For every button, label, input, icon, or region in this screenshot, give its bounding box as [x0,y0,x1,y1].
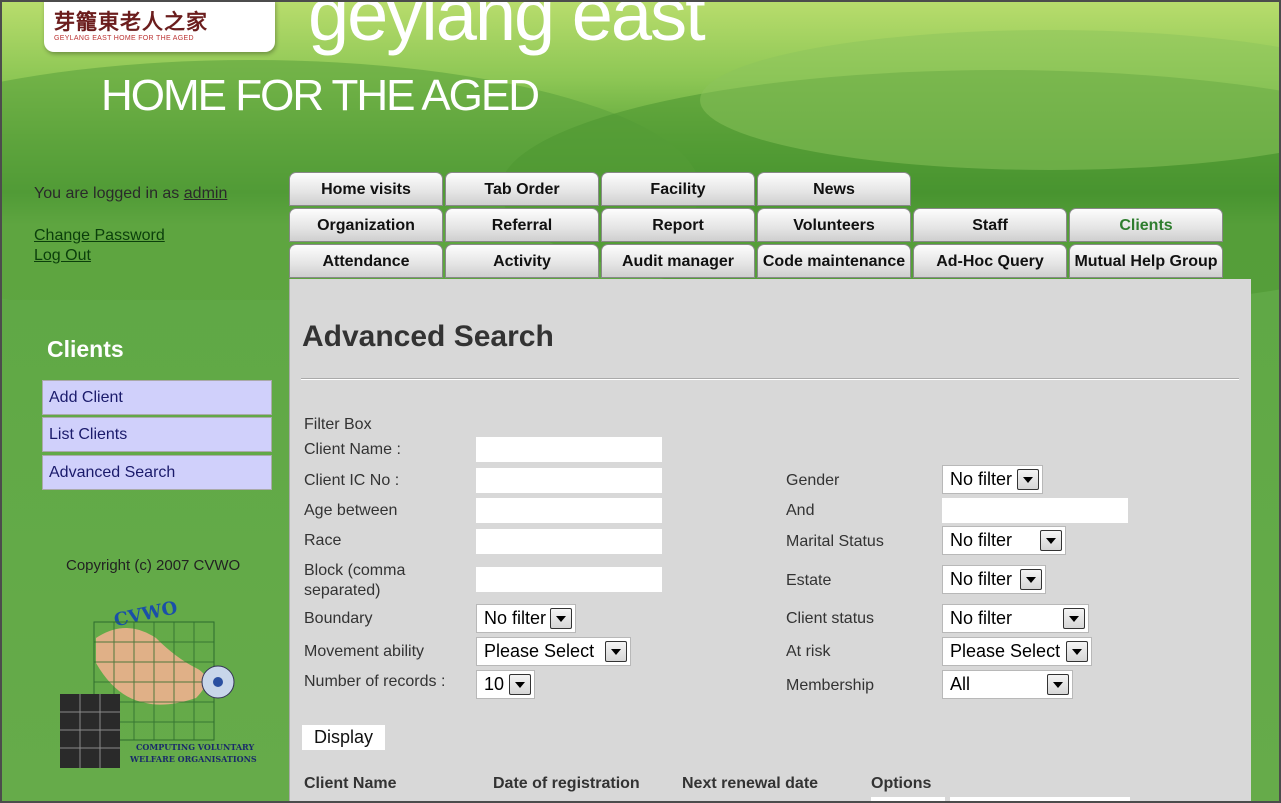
age-between-label: Age between [304,502,398,519]
chevron-down-icon[interactable] [1063,608,1085,629]
marital-status-select-value: No filter [950,530,1013,550]
tab-volunteers[interactable]: Volunteers [757,208,911,242]
logo-english-text: GEYLANG EAST HOME FOR THE AGED [54,35,194,42]
site-subtitle: HOME FOR THE AGED [101,71,540,120]
marital-status-select[interactable]: No filter [942,526,1066,555]
chevron-down-icon[interactable] [550,608,572,629]
block-input[interactable] [476,567,662,592]
column-header-client-name[interactable]: Client Name [304,775,396,793]
title-divider [301,378,1239,380]
estate-label: Estate [786,572,832,589]
at-risk-select[interactable]: Please Select [942,637,1092,666]
column-header-next-renewal-date[interactable]: Next renewal date [682,775,818,793]
tab-news[interactable]: News [757,172,911,206]
movement-ability-select[interactable]: Please Select [476,637,631,666]
age-from-input[interactable] [476,498,662,523]
client-name-label: Client Name : [304,441,401,458]
block-label-line2: separated) [304,582,381,599]
site-title: geylang east [308,0,706,56]
change-password-link[interactable]: Change Password [34,227,165,245]
client-ic-input[interactable] [476,468,662,493]
marital-status-label: Marital Status [786,533,884,550]
tab-referral[interactable]: Referral [445,208,599,242]
client-ic-label: Client IC No : [304,472,400,489]
chevron-down-icon[interactable] [1040,530,1062,551]
tab-activity[interactable]: Activity [445,244,599,278]
sidebar-item-advanced-search[interactable]: Advanced Search [42,455,272,490]
block-label-line1: Block (comma [304,562,406,579]
number-of-records-label: Number of records : [304,673,446,690]
race-input[interactable] [476,529,662,554]
number-of-records-select-value: 10 [484,674,505,694]
at-risk-select-value: Please Select [950,641,1061,661]
filter-box-label: Filter Box [304,416,372,433]
client-name-input[interactable] [476,437,662,462]
column-header-options: Options [871,775,932,792]
login-status-text: You are logged in as [34,185,180,202]
partial-option-button[interactable] [871,797,945,803]
client-status-select[interactable]: No filter [942,604,1089,633]
chevron-down-icon[interactable] [1020,569,1042,590]
cvwo-logo: CVWO COMPUTING VOLUNTARY WELFARE ORGANIS… [60,598,257,768]
tab-report[interactable]: Report [601,208,755,242]
boundary-select[interactable]: No filter [476,604,576,633]
at-risk-label: At risk [786,643,831,660]
gender-select[interactable]: No filter [942,465,1043,494]
tab-attendance[interactable]: Attendance [289,244,443,278]
movement-ability-select-value: Please Select [484,641,595,661]
tab-staff[interactable]: Staff [913,208,1067,242]
race-label: Race [304,532,342,549]
sidebar-title: Clients [47,336,124,362]
tab-audit-manager[interactable]: Audit manager [601,244,755,278]
content-panel [289,279,1251,803]
chevron-down-icon[interactable] [1017,469,1039,490]
membership-select[interactable]: All [942,670,1073,699]
boundary-label: Boundary [304,610,373,627]
tab-mutual-help-group[interactable]: Mutual Help Group [1069,244,1223,278]
boundary-select-value: No filter [484,608,547,628]
tab-ad-hoc-query[interactable]: Ad-Hoc Query [913,244,1067,278]
chevron-down-icon[interactable] [1047,674,1069,695]
tab-home-visits[interactable]: Home visits [289,172,443,206]
username-link[interactable]: admin [184,185,228,202]
membership-select-value: All [950,674,971,694]
client-status-select-value: No filter [950,608,1013,628]
cvwo-caption-line1: COMPUTING VOLUNTARY [136,742,254,752]
logo-chinese-text: 芽籠東老人之家 [54,9,208,34]
tab-code-maintenance[interactable]: Code maintenance [757,244,911,278]
number-of-records-select[interactable]: 10 [476,670,535,699]
movement-ability-label: Movement ability [304,643,425,660]
block-label: Block (comma separated) [304,561,405,601]
tab-facility[interactable]: Facility [601,172,755,206]
cvwo-caption-line2: WELFARE ORGANISATIONS [129,754,257,764]
gender-select-value: No filter [950,469,1013,489]
and-label: And [786,502,815,519]
tab-clients[interactable]: Clients [1069,208,1223,242]
home-logo[interactable]: 芽籠東老人之家 GEYLANG EAST HOME FOR THE AGED [44,0,275,52]
copyright-text: Copyright (c) 2007 CVWO [66,557,241,574]
estate-select[interactable]: No filter [942,565,1046,594]
tab-tab-order[interactable]: Tab Order [445,172,599,206]
age-to-input[interactable] [942,498,1128,523]
chevron-down-icon[interactable] [1066,641,1088,662]
gender-label: Gender [786,472,840,489]
chevron-down-icon[interactable] [605,641,627,662]
sidebar-item-list-clients[interactable]: List Clients [42,417,272,452]
partial-option-select[interactable] [950,797,1130,803]
membership-label: Membership [786,677,875,694]
client-status-label: Client status [786,610,875,627]
sidebar-item-add-client[interactable]: Add Client [42,380,272,415]
chevron-down-icon[interactable] [509,674,531,695]
cvwo-logo-text: CVWO [112,598,179,631]
column-header-date-of-registration[interactable]: Date of registration [493,775,640,793]
estate-select-value: No filter [950,569,1013,589]
tab-organization[interactable]: Organization [289,208,443,242]
display-button[interactable]: Display [302,725,385,750]
log-out-link[interactable]: Log Out [34,247,91,265]
login-status: You are logged in as admin [34,185,227,203]
page-title: Advanced Search [302,320,554,353]
